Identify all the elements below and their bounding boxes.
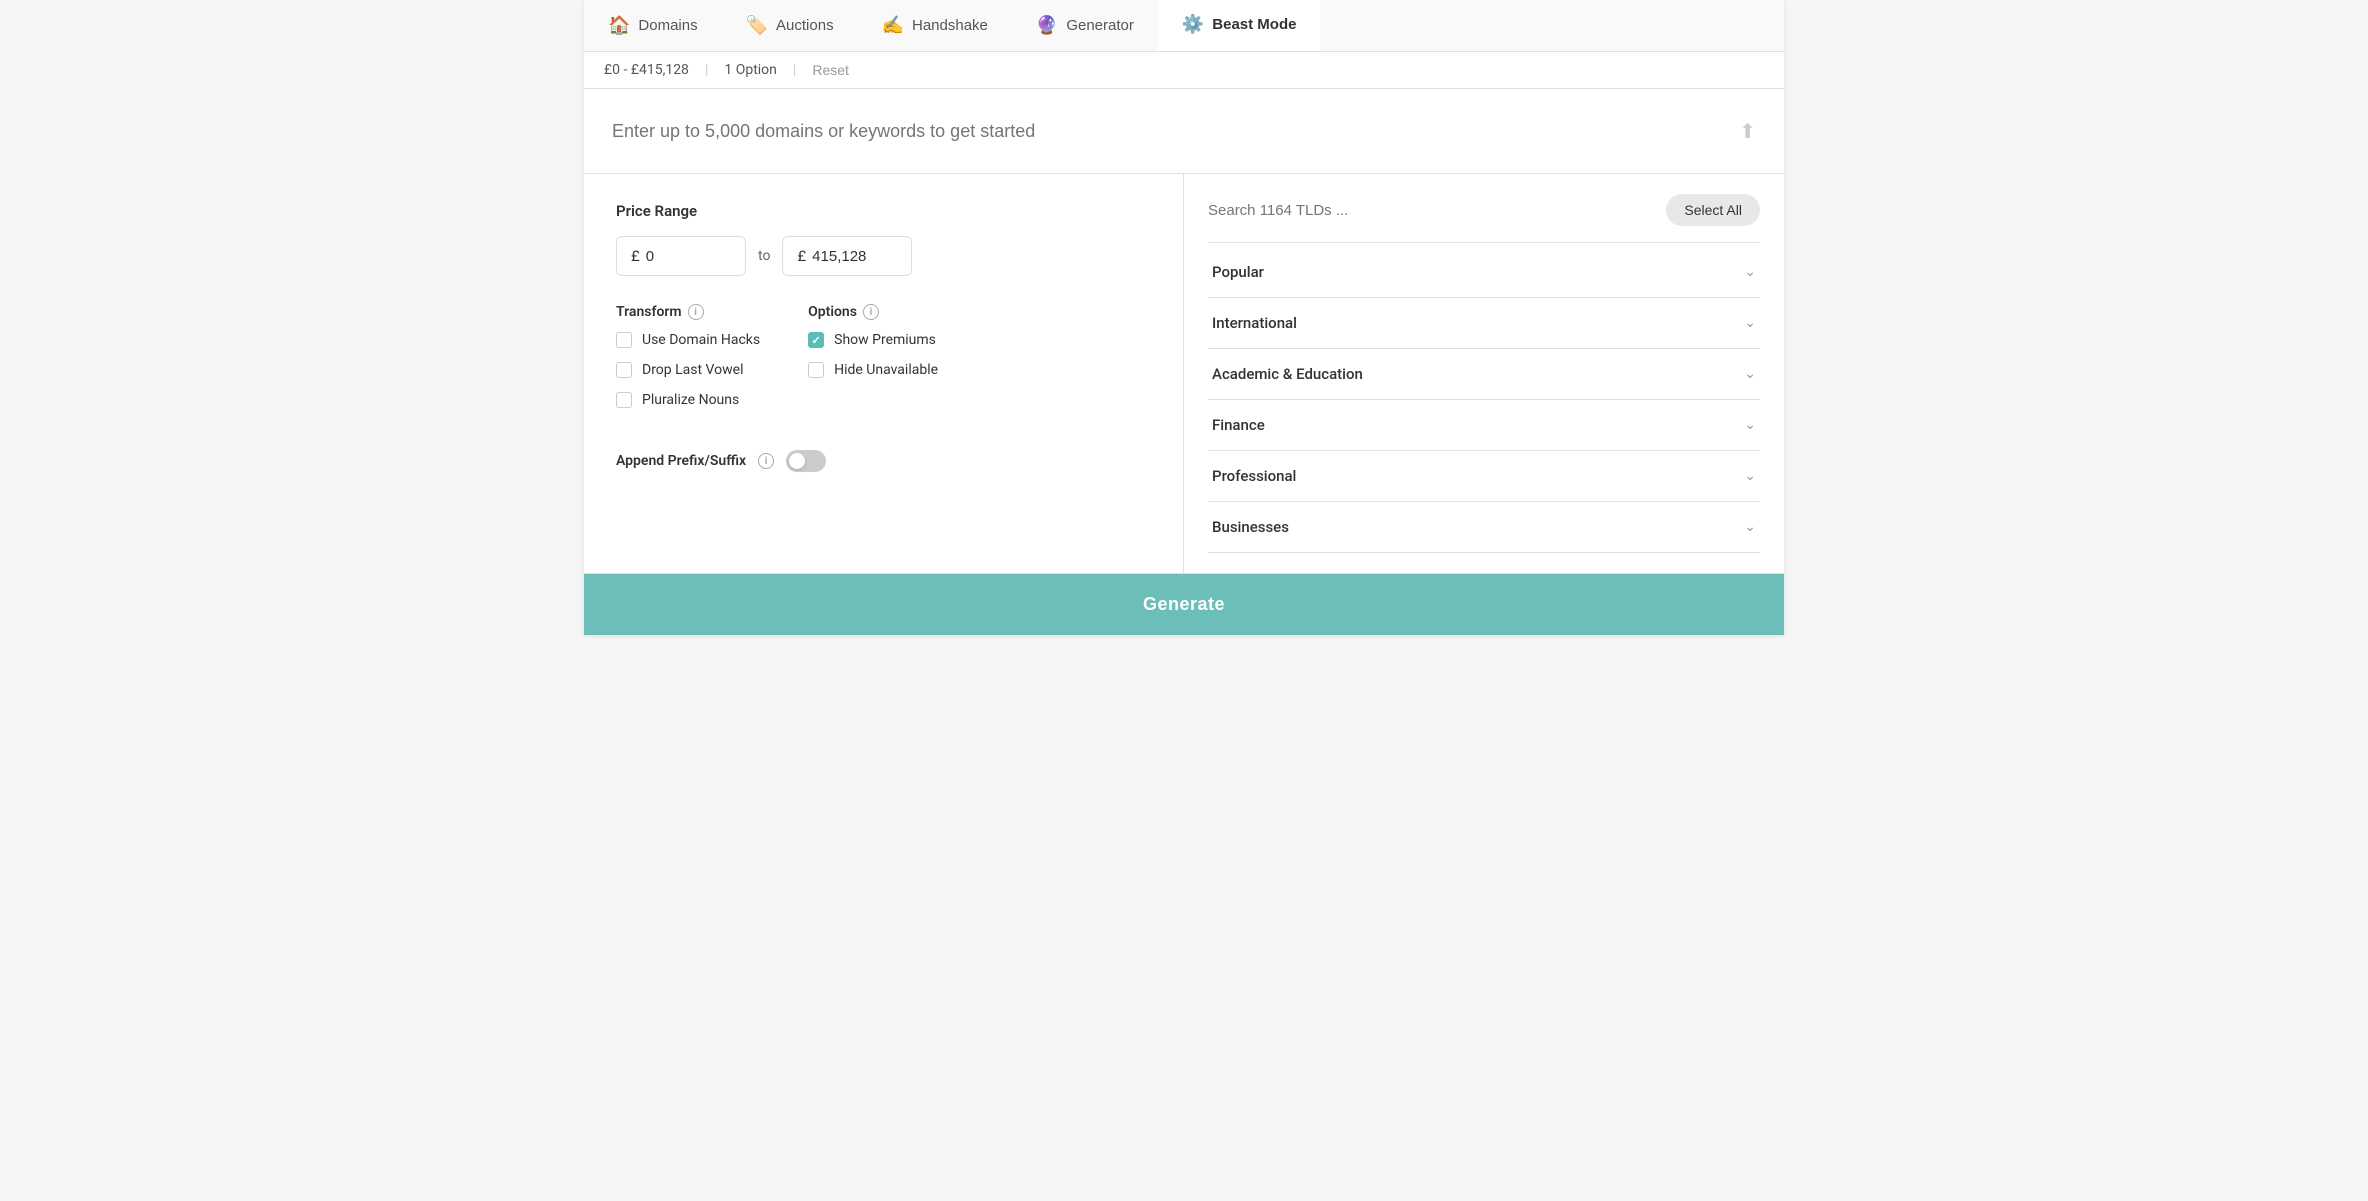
tld-search-row: Select All (1208, 194, 1760, 226)
filter-divider: | (705, 62, 708, 78)
filter-divider2: | (793, 62, 796, 78)
tab-generator-label: Generator (1066, 17, 1134, 34)
tab-handshake[interactable]: ✍️ Handshake (858, 0, 1012, 51)
price-range-row: £ to £ (616, 236, 1151, 276)
options-row: Transform i Use Domain Hacks Drop Last V… (616, 304, 1151, 422)
currency-symbol-from: £ (631, 247, 640, 265)
tld-category-academic-label: Academic & Education (1212, 365, 1363, 383)
options-group-title: Options i (808, 304, 938, 320)
hide-unavailable-checkbox[interactable] (808, 362, 824, 378)
toggle-knob (789, 453, 805, 469)
chevron-businesses-icon: ⌄ (1744, 519, 1756, 535)
pluralize-nouns-label: Pluralize Nouns (642, 392, 739, 408)
generator-icon: 🔮 (1036, 15, 1058, 36)
options-group: Options i Show Premiums Hide Unavailable (808, 304, 938, 422)
drop-last-vowel-checkbox[interactable] (616, 362, 632, 378)
beast-mode-icon: ⚙️ (1182, 14, 1204, 35)
append-toggle[interactable] (786, 450, 826, 472)
show-premiums-label: Show Premiums (834, 332, 936, 348)
append-prefix-suffix-row: Append Prefix/Suffix i (616, 450, 1151, 472)
tab-generator[interactable]: 🔮 Generator (1012, 0, 1158, 51)
right-panel: Select All Popular ⌄ International ⌄ Aca… (1184, 174, 1784, 573)
use-domain-hacks-item[interactable]: Use Domain Hacks (616, 332, 760, 348)
options-title-text: Options (808, 304, 857, 320)
hide-unavailable-label: Hide Unavailable (834, 362, 938, 378)
transform-title-text: Transform (616, 304, 682, 320)
pluralize-nouns-checkbox[interactable] (616, 392, 632, 408)
price-range-title: Price Range (616, 202, 1151, 220)
search-area: ⬆ (584, 89, 1784, 174)
upload-icon: ⬆ (1739, 119, 1756, 143)
tab-beast-mode[interactable]: ⚙️ Beast Mode (1158, 0, 1321, 51)
tld-category-international[interactable]: International ⌄ (1208, 298, 1760, 349)
left-panel: Price Range £ to £ Transform i (584, 174, 1184, 573)
domain-search-input[interactable] (612, 121, 1739, 142)
tld-category-academic[interactable]: Academic & Education ⌄ (1208, 349, 1760, 400)
price-to-input[interactable] (812, 248, 892, 265)
tab-handshake-label: Handshake (912, 17, 988, 34)
auctions-icon: 🏷️ (746, 15, 768, 36)
app-container: 🏠 Domains 🏷️ Auctions ✍️ Handshake 🔮 Gen… (584, 0, 1784, 635)
drop-last-vowel-label: Drop Last Vowel (642, 362, 743, 378)
price-range-display: £0 - £415,128 (604, 62, 689, 78)
tld-divider (1208, 242, 1760, 243)
tld-category-popular-label: Popular (1212, 263, 1264, 281)
chevron-academic-icon: ⌄ (1744, 366, 1756, 382)
show-premiums-item[interactable]: Show Premiums (808, 332, 938, 348)
tld-category-popular[interactable]: Popular ⌄ (1208, 247, 1760, 298)
main-content: Price Range £ to £ Transform i (584, 174, 1784, 574)
transform-info-icon[interactable]: i (688, 304, 704, 320)
tld-search-input[interactable] (1208, 202, 1654, 219)
tld-category-businesses-label: Businesses (1212, 518, 1289, 536)
tld-category-professional[interactable]: Professional ⌄ (1208, 451, 1760, 502)
chevron-finance-icon: ⌄ (1744, 417, 1756, 433)
select-all-button[interactable]: Select All (1666, 194, 1760, 226)
tld-category-international-label: International (1212, 314, 1297, 332)
to-label: to (758, 248, 770, 264)
tab-bar: 🏠 Domains 🏷️ Auctions ✍️ Handshake 🔮 Gen… (584, 0, 1784, 52)
currency-symbol-to: £ (797, 247, 806, 265)
tld-category-professional-label: Professional (1212, 467, 1296, 485)
filter-bar: £0 - £415,128 | 1 Option | Reset (584, 52, 1784, 89)
options-info-icon[interactable]: i (863, 304, 879, 320)
reset-button[interactable]: Reset (812, 62, 849, 78)
hide-unavailable-item[interactable]: Hide Unavailable (808, 362, 938, 378)
show-premiums-checkbox[interactable] (808, 332, 824, 348)
option-count-display: 1 Option (724, 62, 777, 78)
tld-category-finance[interactable]: Finance ⌄ (1208, 400, 1760, 451)
tab-auctions[interactable]: 🏷️ Auctions (722, 0, 858, 51)
drop-last-vowel-item[interactable]: Drop Last Vowel (616, 362, 760, 378)
handshake-icon: ✍️ (882, 15, 904, 36)
domains-icon: 🏠 (608, 15, 630, 36)
use-domain-hacks-label: Use Domain Hacks (642, 332, 760, 348)
tab-beast-mode-label: Beast Mode (1212, 16, 1296, 33)
transform-title: Transform i (616, 304, 760, 320)
tab-auctions-label: Auctions (776, 17, 834, 34)
chevron-popular-icon: ⌄ (1744, 264, 1756, 280)
use-domain-hacks-checkbox[interactable] (616, 332, 632, 348)
tab-domains-label: Domains (638, 17, 697, 34)
tld-category-businesses[interactable]: Businesses ⌄ (1208, 502, 1760, 553)
price-to-container: £ (782, 236, 912, 276)
generate-button[interactable]: Generate (584, 574, 1784, 635)
append-label: Append Prefix/Suffix (616, 453, 746, 469)
tld-category-finance-label: Finance (1212, 416, 1265, 434)
append-info-icon[interactable]: i (758, 453, 774, 469)
chevron-professional-icon: ⌄ (1744, 468, 1756, 484)
price-from-input[interactable] (646, 248, 726, 265)
chevron-international-icon: ⌄ (1744, 315, 1756, 331)
tab-domains[interactable]: 🏠 Domains (584, 0, 722, 51)
pluralize-nouns-item[interactable]: Pluralize Nouns (616, 392, 760, 408)
transform-group: Transform i Use Domain Hacks Drop Last V… (616, 304, 760, 422)
price-from-container: £ (616, 236, 746, 276)
